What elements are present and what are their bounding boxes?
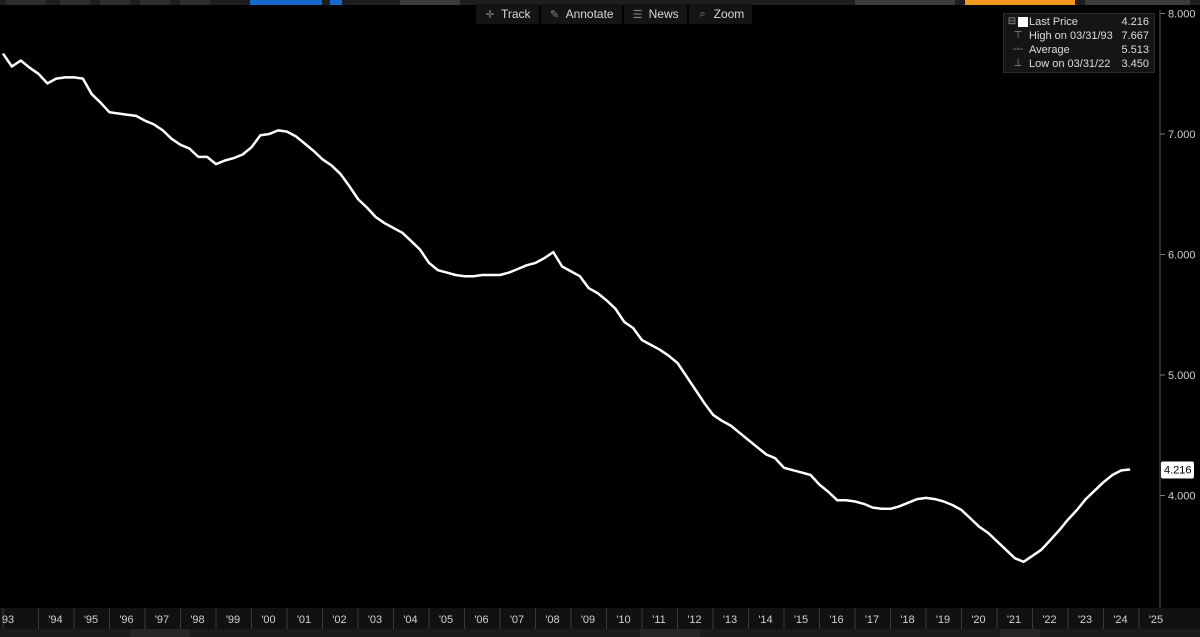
x-tick-label: '20 [971,614,985,626]
legend-last-price-row: ⊟ Last Price 4.216 [1004,15,1154,29]
x-tick-label: '98 [190,614,204,626]
x-tick-label: '21 [1007,614,1021,626]
x-tick-label: 93 [2,614,14,626]
x-tick-label: '19 [936,614,950,626]
x-tick-label: '25 [1149,614,1163,626]
y-tick-label: 8.000 [1168,9,1196,21]
y-axis: 8.000 7.000 6.000 5.000 4.000 [1159,9,1196,608]
x-tick-label: '99 [226,614,240,626]
x-tick-label: '94 [48,614,62,626]
x-tick-label: '10 [616,614,630,626]
legend-low-value: 3.450 [1121,58,1149,70]
series-swatch [1018,17,1028,27]
legend-last-price-value: 4.216 [1121,16,1149,28]
last-price-marker: 4.216 [1161,461,1194,479]
series-layer [1,52,1131,564]
last-price-label: 4.216 [1164,464,1192,476]
x-tick-label: '24 [1113,614,1127,626]
series-line-last-price[interactable] [1,52,1131,564]
x-axis: 93 '94 '95 '96 '97 '98 '99 '00 '01 '02 '03 '04 '05 '0… [2,608,1163,629]
legend-average-label: Average [1029,44,1070,56]
legend-panel: ⊟ Last Price 4.216 ⊤ High on 03/31/93 7.… [1003,13,1155,73]
collapse-icon[interactable]: ⊟ [1006,15,1018,29]
x-tick-label: '09 [581,614,595,626]
x-tick-label: '97 [155,614,169,626]
legend-high-row: ⊤ High on 03/31/93 7.667 [1004,29,1154,43]
x-tick-label: '08 [545,614,559,626]
x-tick-label: '18 [900,614,914,626]
legend-last-price-label: Last Price [1029,16,1078,28]
legend-high-label: High on 03/31/93 [1029,30,1113,42]
y-tick-label: 4.000 [1168,491,1196,503]
legend-high-value: 7.667 [1121,30,1149,42]
x-tick-label: '15 [794,614,808,626]
legend-average-row: -◦- Average 5.513 [1004,43,1154,57]
line-chart[interactable]: 8.000 7.000 6.000 5.000 4.000 93 '94 '95 '96 '97… [0,0,1200,637]
x-tick-label: '95 [84,614,98,626]
x-tick-label: '96 [119,614,133,626]
x-tick-label: '16 [829,614,843,626]
x-tick-label: '22 [1042,614,1056,626]
x-tick-label: '07 [510,614,524,626]
x-tick-label: '01 [297,614,311,626]
x-tick-label: '06 [474,614,488,626]
x-tick-label: '11 [652,614,666,626]
y-tick-label: 5.000 [1168,370,1196,382]
x-tick-label: '02 [332,614,346,626]
x-tick-label: '23 [1078,614,1092,626]
x-tick-label: '12 [687,614,701,626]
high-marker-icon: ⊤ [1013,30,1023,41]
x-tick-label: '14 [758,614,772,626]
x-tick-label: '17 [865,614,879,626]
legend-average-value: 5.513 [1121,44,1149,56]
low-marker-icon: ⊥ [1013,58,1023,69]
legend-low-label: Low on 03/31/22 [1029,58,1111,70]
legend-low-row: ⊥ Low on 03/31/22 3.450 [1004,57,1154,71]
x-tick-label: '00 [261,614,275,626]
y-tick-label: 6.000 [1168,250,1196,262]
y-tick-label: 7.000 [1168,129,1196,141]
x-tick-label: '04 [403,614,417,626]
average-marker-icon: -◦- [1012,44,1024,55]
x-tick-label: '03 [368,614,382,626]
x-tick-label: '05 [439,614,453,626]
x-tick-label: '13 [723,614,737,626]
